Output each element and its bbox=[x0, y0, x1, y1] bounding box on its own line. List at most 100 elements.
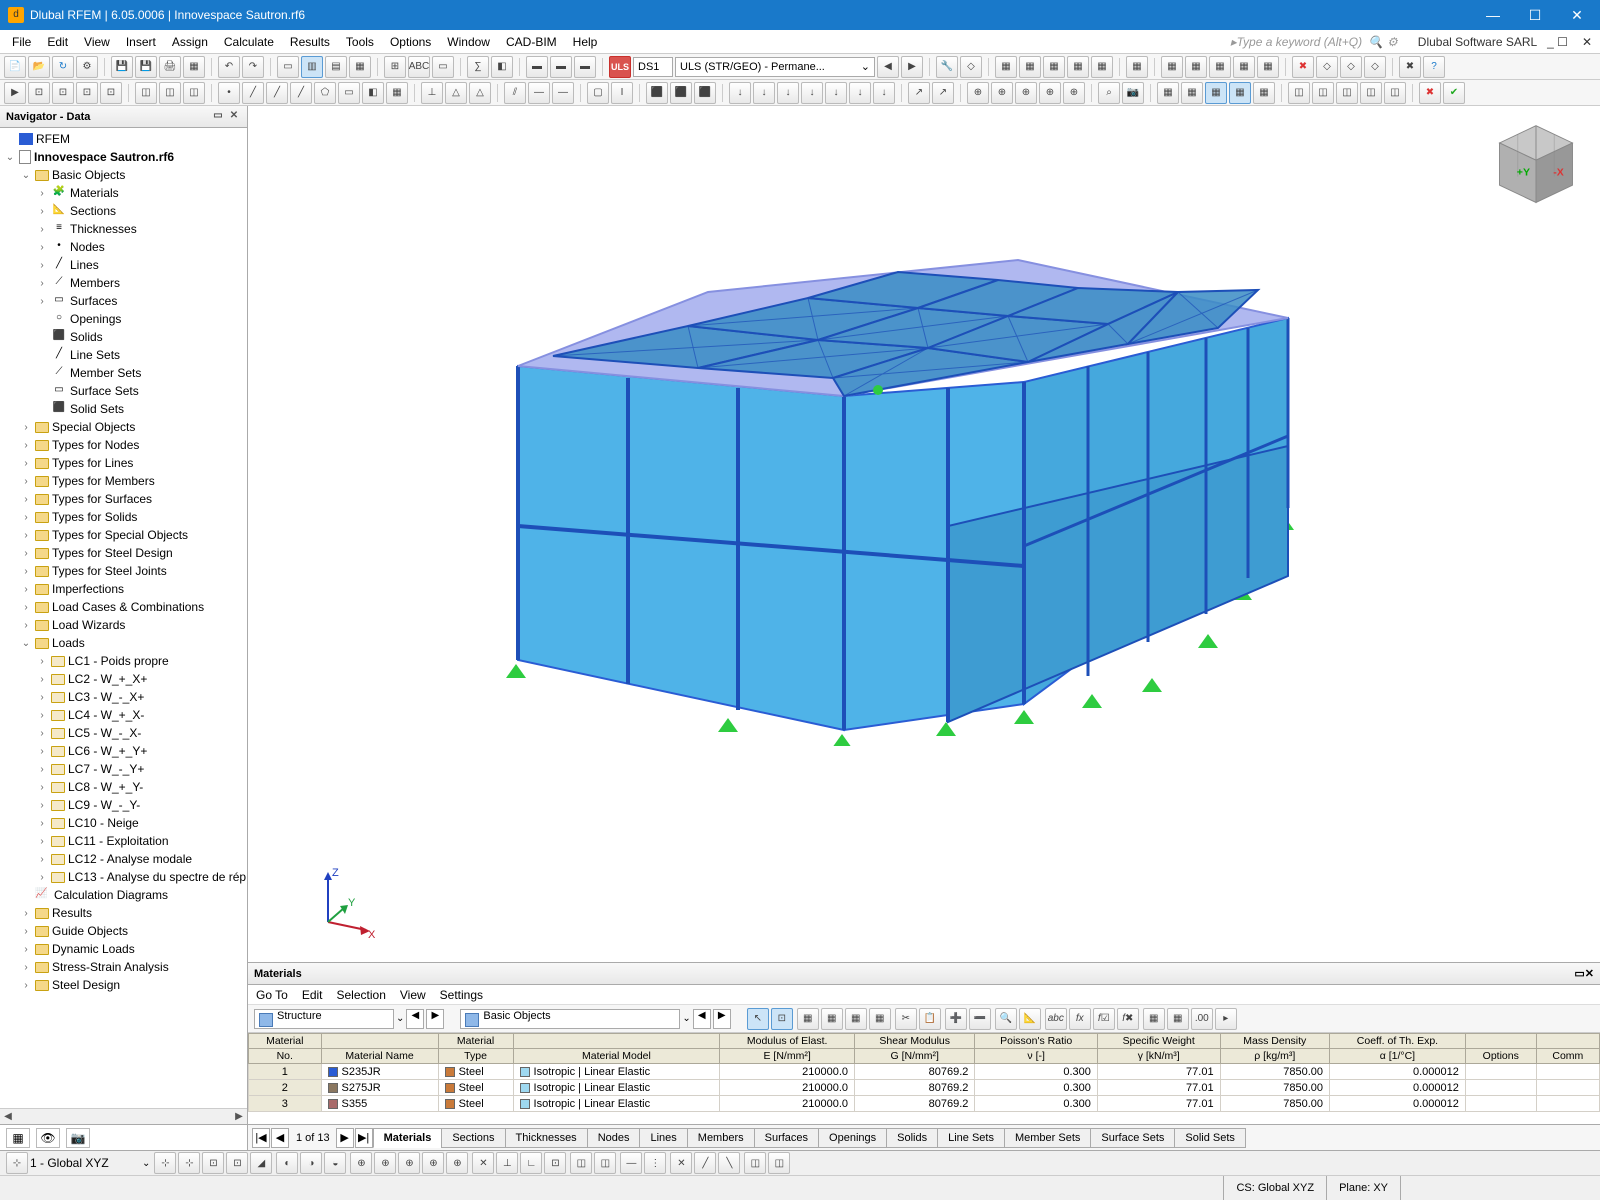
nav-next2[interactable]: ▶ bbox=[713, 1009, 731, 1029]
tab-thicknesses[interactable]: Thicknesses bbox=[505, 1128, 588, 1148]
tab-openings[interactable]: Openings bbox=[818, 1128, 887, 1148]
st-w[interactable]: ✕ bbox=[670, 1152, 692, 1174]
tool-u[interactable]: ◇ bbox=[1364, 56, 1386, 78]
st-i[interactable]: ◒ bbox=[324, 1152, 346, 1174]
tool-s[interactable]: ◇ bbox=[1316, 56, 1338, 78]
tree-lc13-analyse-du-spectre-de-r-p[interactable]: ›LC13 - Analyse du spectre de rép bbox=[0, 868, 247, 886]
nav-camera-tab[interactable]: 📷 bbox=[66, 1128, 90, 1148]
t2-ai[interactable]: ⊕ bbox=[991, 82, 1013, 104]
calc-button[interactable]: ∑ bbox=[467, 56, 489, 78]
tab-surface-sets[interactable]: Surface Sets bbox=[1090, 1128, 1175, 1148]
tree-types-for-nodes[interactable]: ›Types for Nodes bbox=[0, 436, 247, 454]
tree-load-wizards[interactable]: ›Load Wizards bbox=[0, 616, 247, 634]
tab-members[interactable]: Members bbox=[687, 1128, 755, 1148]
menu-file[interactable]: File bbox=[4, 35, 39, 49]
tool-a[interactable]: ⊞ bbox=[384, 56, 406, 78]
mt-h[interactable]: 📋 bbox=[919, 1008, 941, 1030]
tool-f[interactable]: ◇ bbox=[960, 56, 982, 78]
mt-l[interactable]: 📐 bbox=[1019, 1008, 1041, 1030]
navigator-close-button[interactable]: ✕ bbox=[227, 110, 241, 124]
tool-i[interactable]: ▦ bbox=[1043, 56, 1065, 78]
tree-nodes[interactable]: ›•Nodes bbox=[0, 238, 247, 256]
tool-v[interactable]: ✖ bbox=[1399, 56, 1421, 78]
tree-innovespace-sautron-rf6[interactable]: ⌄Innovespace Sautron.rf6 bbox=[0, 148, 247, 166]
mat-menu-edit[interactable]: Edit bbox=[302, 988, 323, 1002]
tree-surface-sets[interactable]: ▭Surface Sets bbox=[0, 382, 247, 400]
mat-menu-selection[interactable]: Selection bbox=[337, 988, 386, 1002]
tree-guide-objects[interactable]: ›Guide Objects bbox=[0, 922, 247, 940]
t2-af[interactable]: ↗ bbox=[908, 82, 930, 104]
st-p[interactable]: ⊥ bbox=[496, 1152, 518, 1174]
tool-e[interactable]: 🔧 bbox=[936, 56, 958, 78]
mdi-close-button[interactable]: ✕ bbox=[1578, 35, 1596, 49]
tool-j[interactable]: ▦ bbox=[1067, 56, 1089, 78]
tab-first[interactable]: |◀ bbox=[252, 1128, 270, 1148]
st-m[interactable]: ⊕ bbox=[422, 1152, 444, 1174]
orientation-cube[interactable]: +Y -X bbox=[1488, 118, 1584, 214]
mdi-restore-button[interactable]: _ ☐ bbox=[1543, 35, 1572, 49]
t2-f[interactable]: ◫ bbox=[159, 82, 181, 104]
t2-at[interactable]: ◫ bbox=[1288, 82, 1310, 104]
st-o[interactable]: ✕ bbox=[472, 1152, 494, 1174]
st-z[interactable]: ◫ bbox=[744, 1152, 766, 1174]
next-lc-button[interactable]: ▶ bbox=[901, 56, 923, 78]
tool-n[interactable]: ▦ bbox=[1185, 56, 1207, 78]
mt-k[interactable]: 🔍 bbox=[995, 1008, 1017, 1030]
t2-as[interactable]: ▦ bbox=[1253, 82, 1275, 104]
st-b[interactable]: ⊹ bbox=[154, 1152, 176, 1174]
t2-o[interactable]: △ bbox=[445, 82, 467, 104]
ds-combo[interactable]: DS1 bbox=[633, 57, 673, 77]
tree-rfem[interactable]: RFEM bbox=[0, 130, 247, 148]
mt-q[interactable]: ▦ bbox=[1143, 1008, 1165, 1030]
tree-stress-strain-analysis[interactable]: ›Stress-Strain Analysis bbox=[0, 958, 247, 976]
tool-g[interactable]: ▦ bbox=[995, 56, 1017, 78]
close-button[interactable]: ✕ bbox=[1562, 7, 1592, 24]
tab-nodes[interactable]: Nodes bbox=[587, 1128, 641, 1148]
undo-button[interactable]: ↶ bbox=[218, 56, 240, 78]
t2-v[interactable]: ⬛ bbox=[646, 82, 668, 104]
mt-c[interactable]: ▦ bbox=[797, 1008, 819, 1030]
tab-solid-sets[interactable]: Solid Sets bbox=[1174, 1128, 1246, 1148]
tree-lc3-w-x-[interactable]: ›LC3 - W_-_X+ bbox=[0, 688, 247, 706]
tree-lc6-w-y-[interactable]: ›LC6 - W_+_Y+ bbox=[0, 742, 247, 760]
nav-next[interactable]: ▶ bbox=[426, 1009, 444, 1029]
materials-close-button[interactable]: ✕ bbox=[1585, 967, 1594, 980]
st-v[interactable]: ⋮ bbox=[644, 1152, 666, 1174]
t2-i[interactable]: ╱ bbox=[290, 82, 312, 104]
tool-m[interactable]: ▦ bbox=[1161, 56, 1183, 78]
save-button[interactable]: 💾 bbox=[111, 56, 133, 78]
basic-objects-combo[interactable]: Basic Objects bbox=[460, 1009, 680, 1029]
t2-ah[interactable]: ⊕ bbox=[967, 82, 989, 104]
lc3-button[interactable]: ▬ bbox=[574, 56, 596, 78]
tree-openings[interactable]: ○Openings bbox=[0, 310, 247, 328]
t2-aw[interactable]: ◫ bbox=[1360, 82, 1382, 104]
tool-p[interactable]: ▦ bbox=[1233, 56, 1255, 78]
mt-a[interactable]: ↖ bbox=[747, 1008, 769, 1030]
st-r[interactable]: ⊡ bbox=[544, 1152, 566, 1174]
menu-tools[interactable]: Tools bbox=[338, 35, 382, 49]
menu-insert[interactable]: Insert bbox=[118, 35, 164, 49]
tree-results[interactable]: ›Results bbox=[0, 904, 247, 922]
st-d[interactable]: ⊡ bbox=[202, 1152, 224, 1174]
st-za[interactable]: ◫ bbox=[768, 1152, 790, 1174]
mat-menu-view[interactable]: View bbox=[400, 988, 426, 1002]
st-k[interactable]: ⊕ bbox=[374, 1152, 396, 1174]
st-l[interactable]: ⊕ bbox=[398, 1152, 420, 1174]
tree-materials[interactable]: ›🧩Materials bbox=[0, 184, 247, 202]
tree-member-sets[interactable]: ⟋Member Sets bbox=[0, 364, 247, 382]
mt-p[interactable]: f✖ bbox=[1117, 1008, 1139, 1030]
view1-button[interactable]: ▭ bbox=[277, 56, 299, 78]
line-button[interactable]: ╱ bbox=[242, 82, 264, 104]
prev-lc-button[interactable]: ◀ bbox=[877, 56, 899, 78]
nav-prev2[interactable]: ◀ bbox=[693, 1009, 711, 1029]
redo-button[interactable]: ↷ bbox=[242, 56, 264, 78]
menu-assign[interactable]: Assign bbox=[164, 35, 216, 49]
lc2-button[interactable]: ▬ bbox=[550, 56, 572, 78]
tab-lines[interactable]: Lines bbox=[639, 1128, 687, 1148]
st-h[interactable]: ◑ bbox=[300, 1152, 322, 1174]
structure-combo[interactable]: Structure bbox=[254, 1009, 394, 1029]
st-s[interactable]: ◫ bbox=[570, 1152, 592, 1174]
tree-types-for-steel-joints[interactable]: ›Types for Steel Joints bbox=[0, 562, 247, 580]
t2-a[interactable]: ⊡ bbox=[28, 82, 50, 104]
menu-results[interactable]: Results bbox=[282, 35, 338, 49]
